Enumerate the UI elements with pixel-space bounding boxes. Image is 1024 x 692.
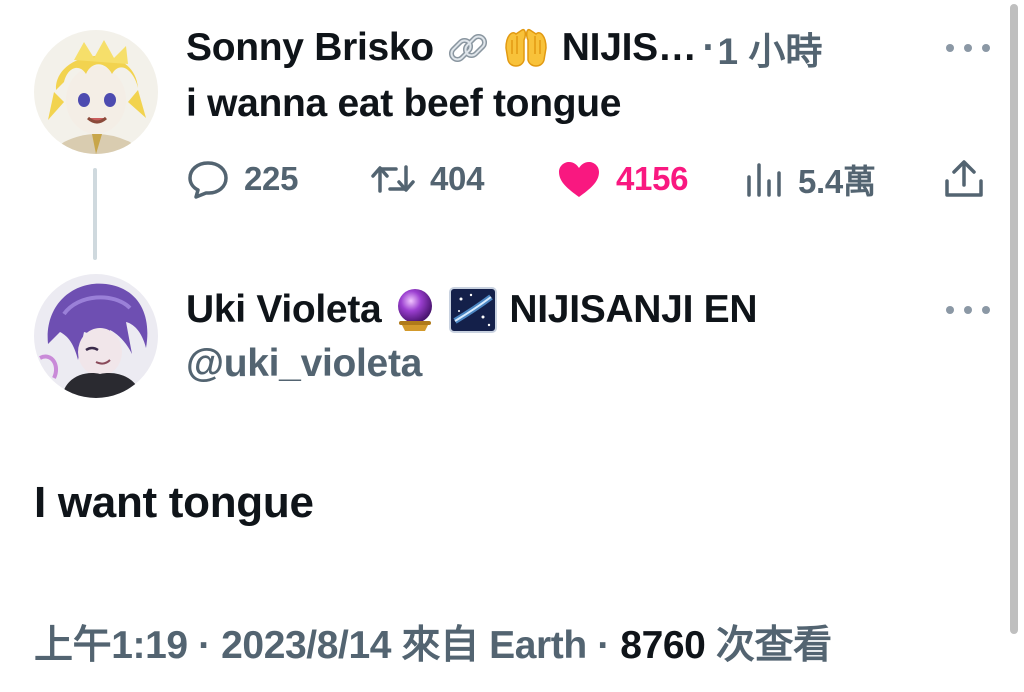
tweet-handle[interactable]: @uki_violeta bbox=[186, 342, 422, 386]
source-prefix: 來自 bbox=[401, 624, 479, 667]
separator-dot: · bbox=[198, 624, 211, 667]
more-dot-icon bbox=[946, 44, 954, 52]
views-button[interactable]: 5.4萬 bbox=[744, 156, 876, 202]
link-emoji bbox=[446, 26, 490, 70]
tweet-source: Earth bbox=[489, 624, 587, 667]
tweet-detail-page: Sonny Brisko NIJIS… · 1 小時 i wanna eat b… bbox=[0, 0, 1024, 692]
analytics-icon bbox=[747, 163, 781, 197]
reply-to-display-name[interactable]: Sonny Brisko bbox=[186, 26, 434, 70]
avatar-uki-violeta[interactable] bbox=[34, 274, 158, 398]
scrollbar-thumb[interactable] bbox=[1010, 4, 1018, 634]
tweet-affiliation: NIJISANJI EN bbox=[509, 288, 758, 331]
tweet-header: Uki Violeta NIJISANJI EN bbox=[186, 287, 758, 333]
retweet-count: 404 bbox=[430, 160, 485, 197]
milky-way-emoji bbox=[449, 287, 498, 333]
reply-to-time-ago[interactable]: 1 小時 bbox=[718, 21, 823, 75]
like-count: 4156 bbox=[616, 160, 689, 197]
share-icon bbox=[945, 160, 983, 197]
more-dot-icon bbox=[964, 306, 972, 314]
reply-to-tweet-text: i wanna eat beef tongue bbox=[186, 82, 622, 125]
tweet-more-button[interactable] bbox=[946, 298, 990, 322]
reply-icon bbox=[188, 161, 228, 199]
reply-count: 225 bbox=[244, 160, 299, 197]
share-button[interactable] bbox=[942, 156, 986, 202]
more-dot-icon bbox=[964, 44, 972, 52]
tweet-date[interactable]: 2023/8/14 bbox=[221, 624, 391, 667]
tweet-metadata: 上午1:19 · 2023/8/14 來自 Earth · 8760 次查看 bbox=[34, 614, 832, 670]
reply-to-more-button[interactable] bbox=[946, 36, 990, 60]
retweet-icon bbox=[371, 165, 415, 193]
raising-hands-emoji bbox=[502, 26, 550, 70]
tweet-view-count: 8760 bbox=[620, 624, 706, 667]
views-count: 5.4萬 bbox=[798, 163, 876, 200]
separator-dot: · bbox=[702, 26, 716, 69]
tweet-view-label: 次查看 bbox=[715, 624, 832, 667]
scrollbar[interactable] bbox=[1010, 4, 1018, 634]
more-dot-icon bbox=[946, 306, 954, 314]
crystal-ball-emoji bbox=[393, 287, 437, 333]
retweet-button[interactable]: 404 bbox=[370, 156, 484, 202]
more-dot-icon bbox=[982, 306, 990, 314]
more-dot-icon bbox=[982, 44, 990, 52]
reply-to-affiliation: NIJIS… bbox=[561, 26, 697, 69]
separator-dot: · bbox=[597, 624, 610, 667]
heart-icon bbox=[559, 162, 599, 197]
reply-button[interactable]: 225 bbox=[186, 156, 298, 202]
avatar-sonny-brisko[interactable] bbox=[34, 30, 158, 154]
tweet-display-name[interactable]: Uki Violeta bbox=[186, 288, 382, 332]
thread-connector-line bbox=[93, 168, 97, 260]
tweet-text: I want tongue bbox=[34, 478, 314, 527]
reply-to-header: Sonny Brisko NIJIS… · 1 小時 bbox=[186, 26, 822, 72]
like-button[interactable]: 4156 bbox=[556, 156, 689, 202]
tweet-time[interactable]: 上午1:19 bbox=[34, 624, 188, 667]
